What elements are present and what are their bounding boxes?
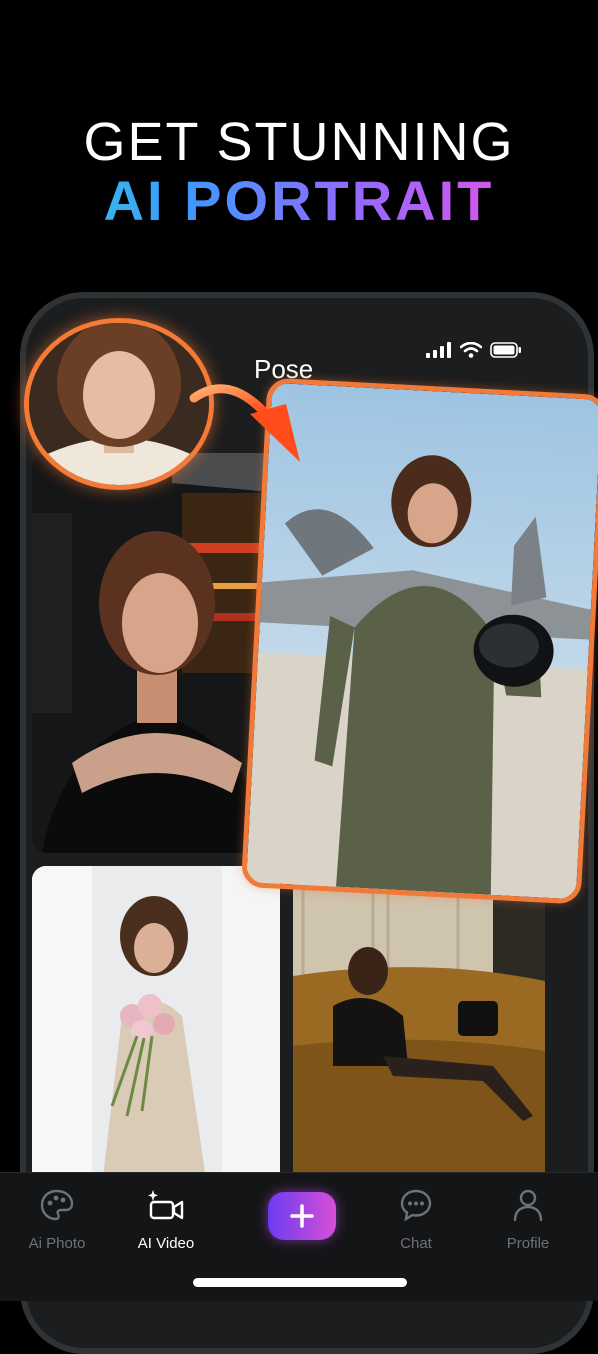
battery-icon — [490, 342, 521, 358]
tab-chat[interactable]: Chat — [366, 1183, 466, 1252]
tab-profile-label: Profile — [506, 1235, 550, 1252]
headline: GET STUNNING AI PORTRAIT — [0, 112, 598, 230]
signal-icon — [426, 342, 451, 358]
person-icon — [513, 1189, 543, 1222]
plus-icon — [290, 1204, 314, 1228]
tab-ai-photo[interactable]: Ai Photo — [7, 1183, 107, 1252]
wifi-icon — [460, 342, 482, 358]
tab-ai-video[interactable]: AI Video — [116, 1183, 216, 1252]
car-portrait-image — [32, 453, 282, 853]
palette-icon — [40, 1189, 74, 1221]
video-sparkle-icon — [148, 1190, 184, 1220]
chat-bubble-icon — [400, 1189, 432, 1222]
flowers-portrait-image — [32, 866, 280, 1186]
status-bar-icons — [426, 342, 522, 358]
source-selfie-avatar — [24, 318, 214, 490]
sofa-portrait-image — [293, 866, 545, 1186]
curved-arrow-icon — [189, 384, 300, 462]
headline-line1: GET STUNNING — [83, 112, 515, 172]
headline-line2: AI PORTRAIT — [0, 172, 598, 230]
tab-ai-video-label: AI Video — [137, 1235, 195, 1252]
tab-profile[interactable]: Profile — [478, 1183, 578, 1252]
tab-ai-photo-label: Ai Photo — [28, 1235, 86, 1252]
tab-chat-label: Chat — [400, 1235, 432, 1252]
create-plus-button[interactable] — [268, 1192, 336, 1240]
home-indicator[interactable] — [193, 1278, 407, 1287]
